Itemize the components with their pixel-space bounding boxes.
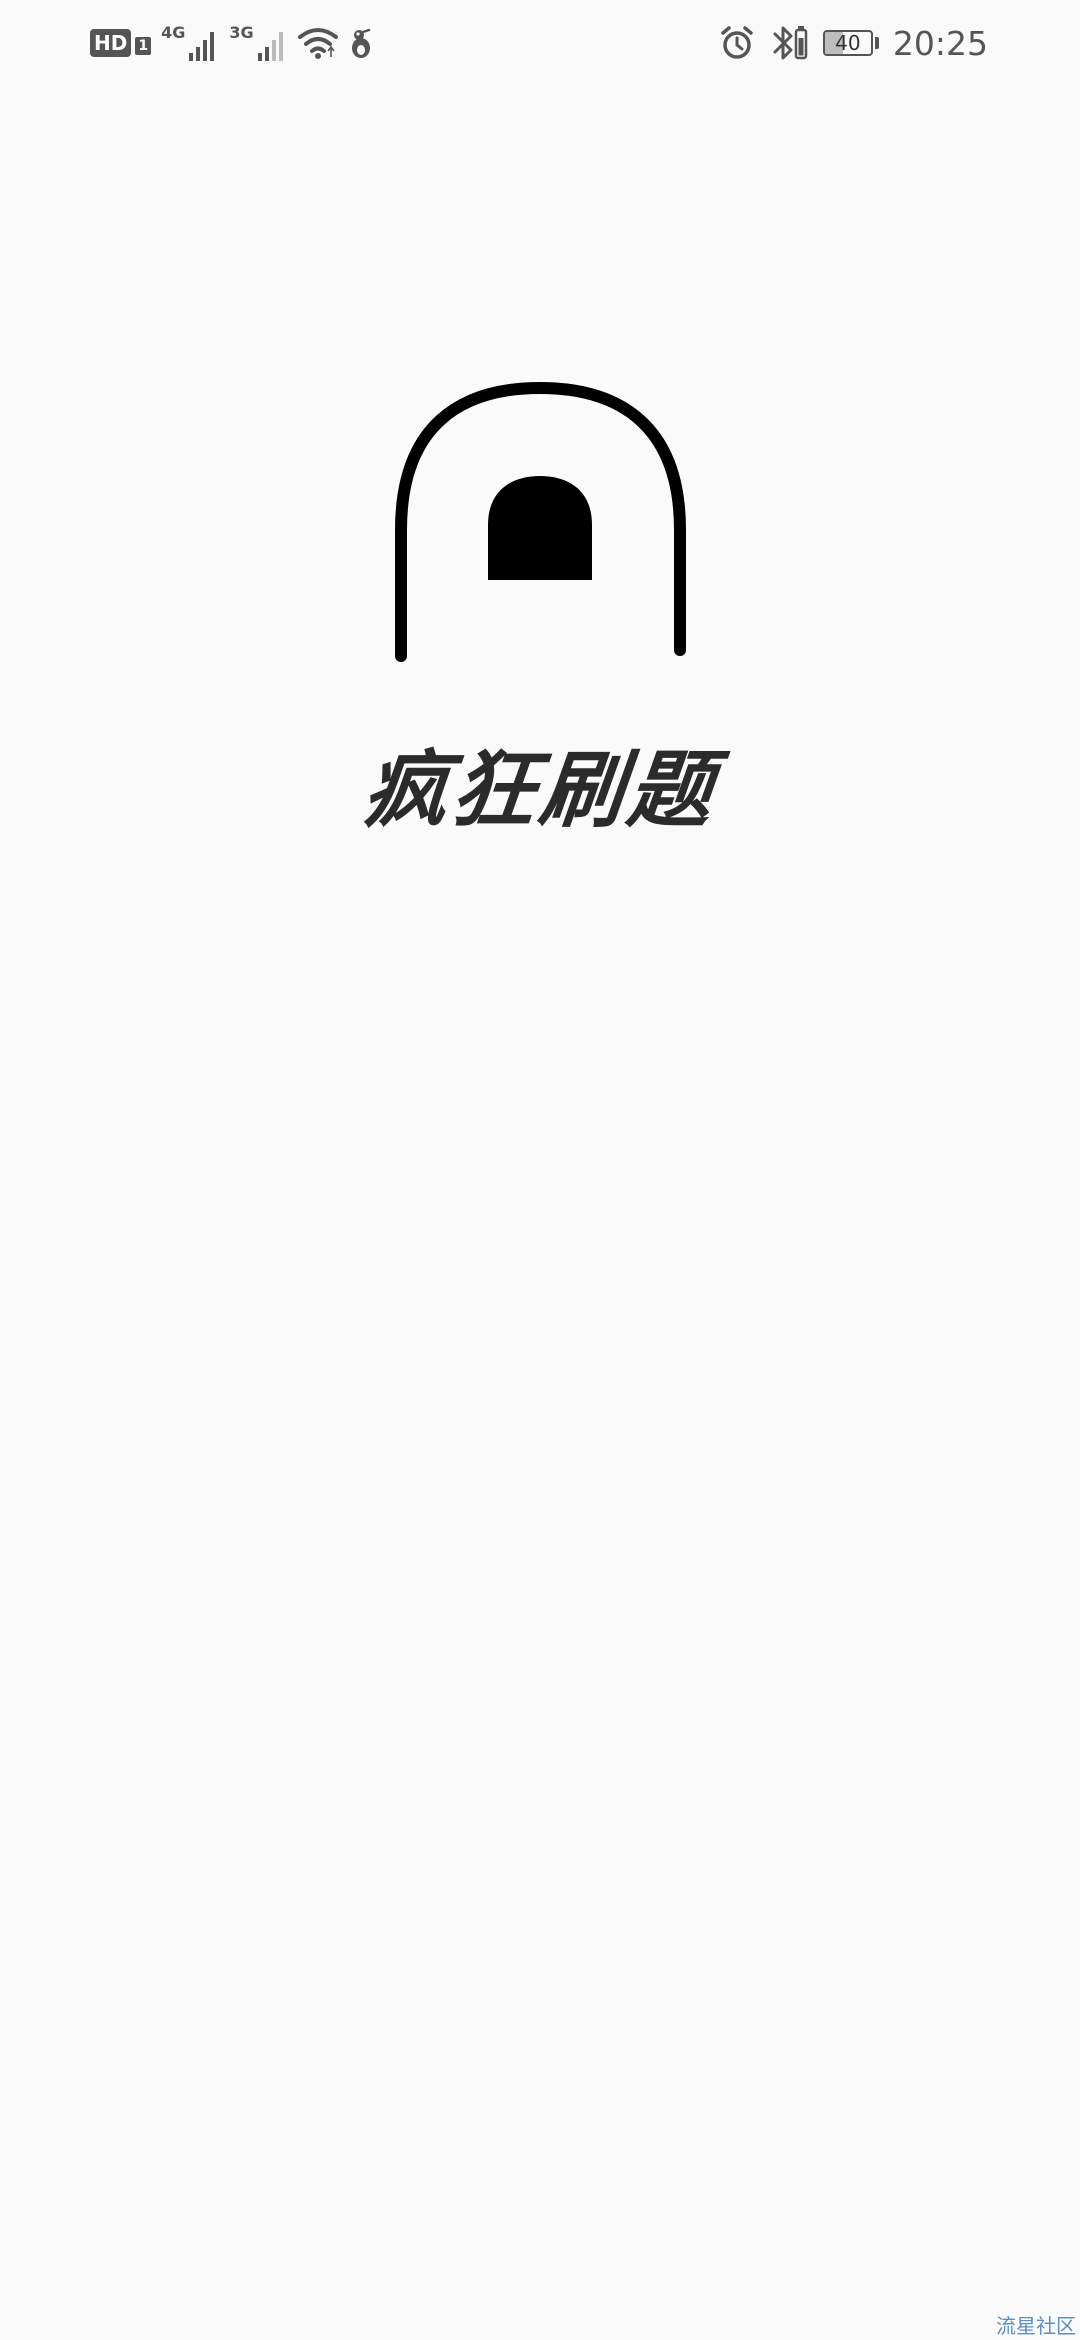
signal-4g-label: 4G <box>161 23 186 42</box>
battery-icon: 40 <box>822 30 873 56</box>
app-name: 疯狂刷题 <box>358 740 722 839</box>
battery-indicator: 40 <box>822 30 879 56</box>
hd-voice-badge: HD 1 <box>90 29 152 57</box>
signal-3g: 3G <box>229 23 287 63</box>
status-bar: HD 1 4G 3G 40 20:25 <box>0 0 1080 86</box>
signal-4g: 4G <box>161 23 219 63</box>
signal-3g-label: 3G <box>229 23 254 42</box>
hd-label: HD <box>90 29 132 57</box>
status-time: 20:25 <box>892 23 988 63</box>
alarm-icon <box>721 26 753 59</box>
bluetooth-icon <box>773 26 808 60</box>
battery-level: 40 <box>835 31 861 55</box>
status-bar-right: 40 20:25 <box>719 20 988 66</box>
signal-bars-icon <box>189 32 215 61</box>
wifi-icon <box>297 28 338 59</box>
watermark: 流星社区 <box>996 2314 1076 2338</box>
sim-label: 1 <box>135 37 152 55</box>
status-bar-left: HD 1 4G 3G <box>90 20 374 66</box>
notification-app-icon <box>351 28 370 58</box>
arch-logo-icon <box>395 381 686 662</box>
signal-bars-icon <box>257 32 283 61</box>
